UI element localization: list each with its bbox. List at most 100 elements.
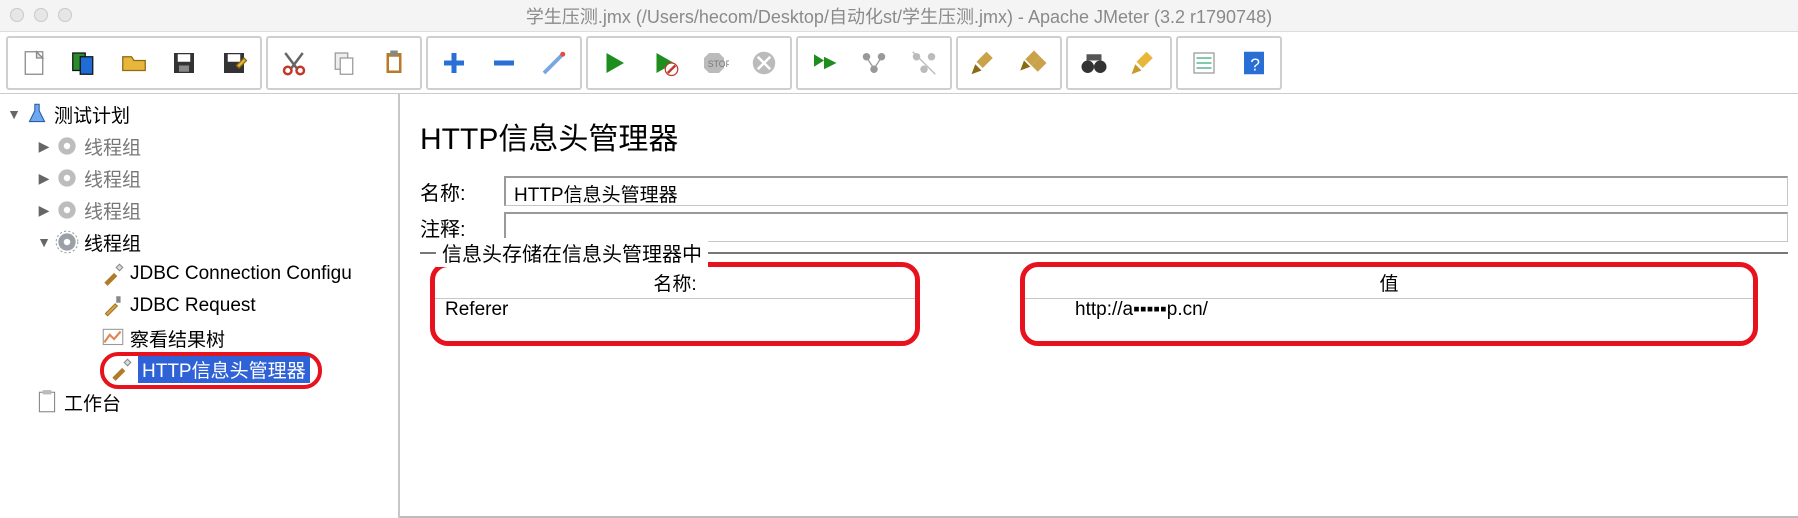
- toggle-button[interactable]: [531, 41, 577, 85]
- stop-icon: STOP: [699, 48, 729, 78]
- save-button[interactable]: [161, 41, 207, 85]
- tree-label: 测试计划: [54, 101, 130, 128]
- stop-button[interactable]: STOP: [691, 41, 737, 85]
- tree-label: 线程组: [84, 229, 141, 256]
- tree-workbench[interactable]: 工作台: [0, 386, 398, 418]
- tree-http-header-manager[interactable]: HTTP信息头管理器: [0, 354, 398, 386]
- header-name-th: 名称:: [435, 267, 915, 299]
- new-button[interactable]: [11, 41, 57, 85]
- clear-button[interactable]: [961, 41, 1007, 85]
- chevron-down-icon[interactable]: ▼: [34, 234, 54, 250]
- save-as-button[interactable]: [211, 41, 257, 85]
- flask-icon: [24, 101, 50, 127]
- copy-icon: [329, 48, 359, 78]
- clear-all-button[interactable]: [1011, 41, 1057, 85]
- gear-icon: [54, 133, 80, 159]
- traffic-lights: [10, 8, 72, 22]
- wrench-icon: [108, 356, 134, 382]
- header-name-cell[interactable]: Referer: [435, 299, 915, 341]
- play-double-icon: [809, 48, 839, 78]
- nodes-icon: [859, 48, 889, 78]
- play-icon: [599, 48, 629, 78]
- zoom-dot[interactable]: [58, 8, 72, 22]
- main-split: ▼ 测试计划 ▶ 线程组 ▶ 线程组 ▶ 线程组: [0, 94, 1798, 518]
- save-icon: [169, 48, 199, 78]
- close-dot[interactable]: [10, 8, 24, 22]
- chevron-down-icon[interactable]: ▼: [4, 106, 24, 122]
- save-as-icon: [219, 48, 249, 78]
- tree-label: 线程组: [84, 133, 141, 160]
- open-button[interactable]: [111, 41, 157, 85]
- toolbar-group-clear: [956, 36, 1062, 90]
- header-value-cell[interactable]: http://a▪▪▪▪▪p.cn/: [1025, 299, 1753, 341]
- header-value-th: 值: [1025, 267, 1753, 299]
- scissors-icon: [279, 48, 309, 78]
- tree-view-results-tree[interactable]: 察看结果树: [0, 322, 398, 354]
- toolbar-group-remote: [796, 36, 952, 90]
- templates-button[interactable]: [61, 41, 107, 85]
- tree-label: 工作台: [64, 389, 121, 416]
- tree-root-testplan[interactable]: ▼ 测试计划: [0, 98, 398, 130]
- tree-label-selected: HTTP信息头管理器: [138, 356, 310, 383]
- tree-jdbc-request[interactable]: JDBC Request: [0, 290, 398, 322]
- toolbar-group-file: [6, 36, 262, 90]
- tree-panel[interactable]: ▼ 测试计划 ▶ 线程组 ▶ 线程组 ▶ 线程组: [0, 94, 400, 518]
- svg-text:?: ?: [1250, 54, 1260, 74]
- shutdown-button[interactable]: [741, 41, 787, 85]
- tree-threadgroup-disabled-1[interactable]: ▶ 线程组: [0, 130, 398, 162]
- copy-button[interactable]: [321, 41, 367, 85]
- toolbar-group-misc: ?: [1176, 36, 1282, 90]
- plus-icon: [439, 48, 469, 78]
- minimize-dot[interactable]: [34, 8, 48, 22]
- wand-icon: [539, 48, 569, 78]
- chevron-right-icon[interactable]: ▶: [34, 138, 54, 155]
- document-icon: [19, 48, 49, 78]
- remote-start-all-button[interactable]: [851, 41, 897, 85]
- shutdown-icon: [749, 48, 779, 78]
- chevron-right-icon[interactable]: ▶: [34, 170, 54, 187]
- tree-threadgroup-disabled-2[interactable]: ▶ 线程组: [0, 162, 398, 194]
- toolbar-group-run: STOP: [586, 36, 792, 90]
- tree-threadgroup-active[interactable]: ▼ 线程组: [0, 226, 398, 258]
- function-helper-button[interactable]: [1181, 41, 1227, 85]
- gear-icon: [54, 165, 80, 191]
- reset-search-button[interactable]: [1121, 41, 1167, 85]
- binoculars-icon: [1079, 48, 1109, 78]
- remote-start-button[interactable]: [801, 41, 847, 85]
- pipette-icon: [100, 293, 126, 319]
- tree-jdbc-config[interactable]: JDBC Connection Configu: [0, 258, 398, 290]
- start-button[interactable]: [591, 41, 637, 85]
- gear-icon: [54, 229, 80, 255]
- cut-button[interactable]: [271, 41, 317, 85]
- page-title: HTTP信息头管理器: [420, 114, 1788, 158]
- paste-button[interactable]: [371, 41, 417, 85]
- name-input[interactable]: HTTP信息头管理器: [504, 176, 1788, 206]
- search-button[interactable]: [1071, 41, 1117, 85]
- tree-label: JDBC Connection Configu: [130, 263, 352, 285]
- minus-button[interactable]: [481, 41, 527, 85]
- broom-yellow-icon: [1129, 48, 1159, 78]
- tree-label: 线程组: [84, 165, 141, 192]
- play-clock-icon: [649, 48, 679, 78]
- remote-stop-button[interactable]: [901, 41, 947, 85]
- toolbar-group-tree: [426, 36, 582, 90]
- name-row: 名称: HTTP信息头管理器: [420, 176, 1788, 206]
- plus-button[interactable]: [431, 41, 477, 85]
- help-button[interactable]: ?: [1231, 41, 1277, 85]
- tree-label: JDBC Request: [130, 295, 256, 317]
- name-label: 名称:: [420, 177, 504, 206]
- folder-open-icon: [119, 48, 149, 78]
- tree-label: 察看结果树: [130, 325, 225, 352]
- fieldset-legend: 信息头存储在信息头管理器中: [436, 238, 708, 267]
- nodes-stop-icon: [909, 48, 939, 78]
- tree-threadgroup-disabled-3[interactable]: ▶ 线程组: [0, 194, 398, 226]
- help-icon: ?: [1239, 48, 1269, 78]
- headers-table[interactable]: 名称: Referer 值 http://a▪▪▪▪▪p.cn/: [420, 262, 1788, 346]
- chevron-right-icon[interactable]: ▶: [34, 202, 54, 219]
- broom-icon: [969, 48, 999, 78]
- wrench-icon: [100, 261, 126, 287]
- broom-double-icon: [1019, 48, 1049, 78]
- start-no-pauses-button[interactable]: [641, 41, 687, 85]
- headers-fieldset: 信息头存储在信息头管理器中 名称: Referer 值 http://a▪▪▪▪…: [420, 252, 1788, 346]
- toolbar-group-edit: [266, 36, 422, 90]
